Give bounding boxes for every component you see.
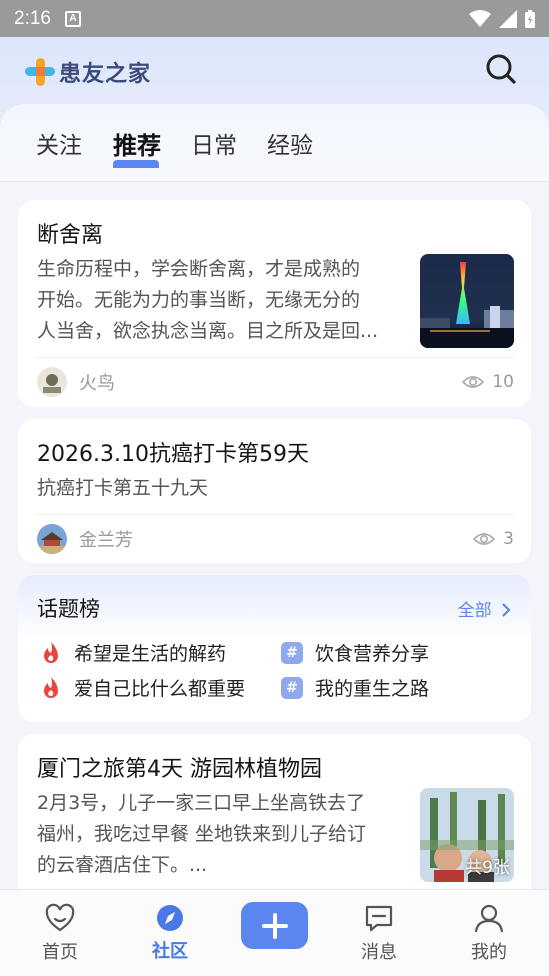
nav-community-label: 社区 (152, 941, 188, 962)
hash-icon: # (281, 641, 303, 664)
eye-icon (473, 533, 496, 545)
search-button[interactable] (484, 52, 518, 86)
topics-all-label: 全部 (457, 601, 492, 621)
topic-label: 饮食营养分享 (315, 643, 430, 665)
post-excerpt-line: 福州，我吃过早餐 坐地铁来到儿子给订 (37, 823, 367, 845)
heart-home-icon (45, 903, 75, 932)
post-card[interactable]: 断舍离 生命历程中，学会断舍离，才是成熟的 开始。无能为力的事当断，无缘无分的 … (18, 200, 531, 407)
view-count: 3 (473, 529, 514, 549)
nav-messages[interactable]: 消息 (339, 890, 419, 968)
post-excerpt: 抗癌打卡第五十九天 (37, 473, 507, 504)
cross-logo-icon (25, 58, 55, 86)
view-count-value: 3 (503, 529, 514, 549)
wifi-icon (469, 9, 491, 27)
topic-ranking-title: 话题榜 (37, 597, 100, 621)
author-name[interactable]: 金兰芳 (79, 526, 133, 552)
profile-icon (474, 904, 504, 933)
topic-item[interactable]: 爱自己比什么都重要 (40, 674, 245, 701)
post-excerpt-line: 生命历程中，学会断舍离，才是成熟的 (37, 258, 361, 280)
plus-icon (261, 912, 288, 939)
post-excerpt-line: 2月3号，儿子一家三口早上坐高铁去了 (37, 792, 366, 814)
post-card[interactable]: 厦门之旅第4天 游园林植物园 2月3号，儿子一家三口早上坐高铁去了 福州，我吃过… (18, 734, 531, 904)
view-count-value: 10 (492, 372, 514, 392)
post-meta: 火鸟 10 (37, 367, 514, 397)
search-icon (486, 54, 516, 84)
image-count-badge: 共9张 (465, 858, 510, 878)
post-excerpt: 生命历程中，学会断舍离，才是成熟的 开始。无能为力的事当断，无缘无分的 人当舍，… (37, 254, 407, 347)
topic-label: 爱自己比什么都重要 (74, 678, 246, 700)
topic-label: 希望是生活的解药 (74, 643, 227, 665)
topic-item[interactable]: # 饮食营养分享 (281, 639, 429, 666)
post-title: 断舍离 (37, 223, 104, 248)
topic-item[interactable]: 希望是生活的解药 (40, 639, 226, 666)
app-logo: 患友之家 (25, 56, 151, 88)
topic-ranking-card: 话题榜 全部 希望是生活的解药 # 饮食营养分享 爱自己比什么都重要 # 我的重… (18, 575, 531, 722)
compass-icon (157, 905, 183, 931)
topics-all-link[interactable]: 全部 (458, 596, 511, 621)
bottom-navigation: 首页 社区 消息 我的 (0, 889, 549, 976)
canton-tower-photo (420, 254, 514, 348)
message-icon (365, 905, 393, 932)
post-meta: 金兰芳 3 (37, 524, 514, 554)
post-thumbnail[interactable] (420, 254, 514, 348)
logo-text: 患友之家 (59, 62, 152, 87)
topic-item[interactable]: # 我的重生之路 (281, 674, 429, 701)
hash-icon: # (281, 676, 303, 699)
post-excerpt-line: 的云睿酒店住下。... (37, 854, 208, 876)
eye-icon (462, 376, 485, 388)
topic-label: 我的重生之路 (315, 678, 430, 700)
view-count: 10 (462, 372, 514, 392)
flame-icon (44, 641, 58, 663)
post-excerpt-line: 开始。无能为力的事当断，无缘无分的 (37, 289, 361, 311)
post-divider (37, 357, 514, 358)
avatar[interactable] (37, 367, 67, 397)
add-post-button[interactable] (241, 902, 308, 949)
tab-indicator (113, 160, 159, 168)
nav-home[interactable]: 首页 (20, 890, 100, 968)
post-excerpt-line: 抗癌打卡第五十九天 (37, 477, 209, 499)
status-icons (469, 9, 535, 28)
tab-experience[interactable]: 经验 (267, 126, 313, 160)
header-divider (0, 181, 549, 182)
author-name[interactable]: 火鸟 (79, 369, 115, 395)
nav-profile-label: 我的 (471, 942, 507, 963)
chevron-right-icon (502, 603, 511, 617)
post-divider (37, 514, 514, 515)
tab-follow[interactable]: 关注 (36, 126, 82, 160)
tab-bar: 关注 推荐 日常 经验 (0, 104, 549, 182)
post-excerpt: 2月3号，儿子一家三口早上坐高铁去了 福州，我吃过早餐 坐地铁来到儿子给订 的云… (37, 788, 407, 881)
status-bar: 2:16 A (0, 0, 549, 37)
post-excerpt-line: 人当舍，欲念执念当离。目之所及是回... (37, 320, 379, 342)
avatar-image (37, 367, 67, 397)
battery-icon (525, 9, 535, 28)
nav-community[interactable]: 社区 (130, 890, 210, 968)
avatar[interactable] (37, 524, 67, 554)
tab-recommend[interactable]: 推荐 (113, 126, 161, 161)
avatar-image (37, 524, 67, 554)
post-card[interactable]: 2026.3.10抗癌打卡第59天 抗癌打卡第五十九天 金兰芳 3 (18, 419, 531, 563)
post-title: 厦门之旅第4天 游园林植物园 (37, 757, 322, 782)
status-time: 2:16 (14, 7, 51, 29)
tab-daily[interactable]: 日常 (191, 126, 237, 160)
nav-home-label: 首页 (42, 942, 78, 963)
post-title: 2026.3.10抗癌打卡第59天 (37, 442, 309, 467)
post-thumbnail[interactable]: 共9张 (420, 788, 514, 882)
signal-icon (499, 9, 517, 28)
notification-a-icon: A (64, 10, 81, 27)
nav-messages-label: 消息 (361, 942, 397, 963)
nav-profile[interactable]: 我的 (449, 890, 529, 968)
flame-icon (44, 676, 58, 698)
